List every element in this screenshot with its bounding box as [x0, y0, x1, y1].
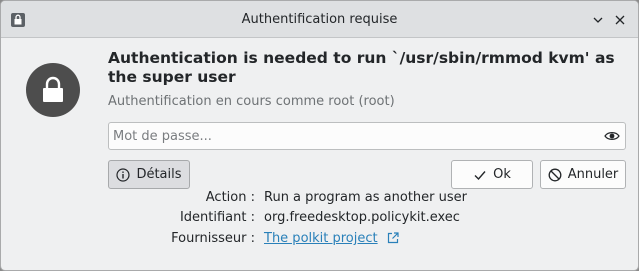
external-link-icon[interactable] — [387, 232, 399, 248]
cancel-icon — [548, 168, 562, 181]
password-input[interactable] — [109, 123, 597, 149]
auth-headline: Authentication is needed to run `/usr/sb… — [108, 49, 615, 86]
vendor-link[interactable]: The polkit project — [264, 231, 378, 246]
vendor-value-wrap: The polkit project — [264, 231, 399, 248]
vendor-label: Fournisseur : — [171, 231, 255, 246]
close-icon — [615, 15, 625, 25]
minimize-button[interactable] — [589, 11, 607, 29]
ok-button[interactable]: Ok — [451, 160, 533, 189]
chevron-down-icon — [593, 17, 603, 23]
close-button[interactable] — [611, 11, 629, 29]
cancel-button[interactable]: Annuler — [540, 160, 626, 189]
auth-subtitle: Authentification en cours comme root (ro… — [108, 94, 395, 109]
password-field[interactable] — [108, 122, 626, 150]
vendor-row: Fournisseur : The polkit project — [1, 231, 638, 248]
identifier-value: org.freedesktop.policykit.exec — [264, 210, 460, 225]
window-title: Authentification requise — [241, 12, 398, 27]
info-icon — [116, 167, 131, 182]
details-label: Détails — [136, 167, 182, 182]
identifier-row: Identifiant : org.freedesktop.policykit.… — [1, 210, 638, 227]
identifier-label: Identifiant : — [179, 210, 255, 225]
eye-icon[interactable] — [604, 128, 620, 144]
action-label: Action : — [205, 190, 255, 205]
auth-dialog: Authentification requise Authentication … — [0, 0, 639, 271]
cancel-label: Annuler — [567, 167, 619, 182]
checkmark-icon — [474, 170, 486, 180]
ok-label: Ok — [493, 167, 511, 182]
lock-icon — [26, 63, 80, 117]
action-value: Run a program as another user — [264, 190, 467, 205]
details-button[interactable]: Détails — [108, 160, 190, 189]
action-row: Action : Run a program as another user — [1, 190, 638, 207]
titlebar[interactable]: Authentification requise — [1, 1, 638, 38]
